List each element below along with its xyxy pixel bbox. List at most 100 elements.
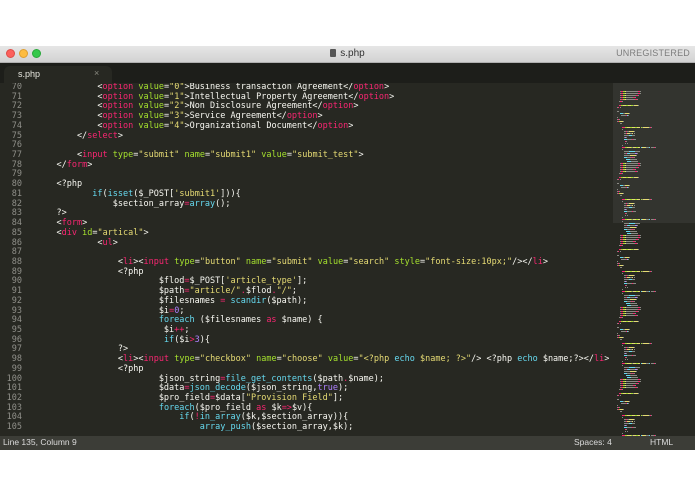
code-token: $k — [266, 402, 282, 413]
code-token: > — [604, 354, 610, 365]
code-token: "submit" — [271, 256, 313, 267]
code-token: >Non Disclosure Agreement</ — [184, 101, 323, 112]
minimap-line — [633, 203, 635, 204]
minimap-line — [617, 261, 619, 262]
minimap-line — [621, 365, 624, 366]
editor-area[interactable]: 70 71 72 73 74 75 76 77 78 79 80 81 82 83 84 85 86 87 88 89… — [0, 83, 695, 436]
minimap-line — [631, 423, 635, 424]
code-token: "article/" — [189, 286, 241, 297]
tab-label: s.php — [18, 69, 41, 79]
code-token: "font-size:10px;" — [425, 256, 513, 267]
tab-s-php[interactable]: s.php × — [4, 66, 112, 83]
code-token: as — [266, 315, 277, 326]
code-token: "/" — [276, 286, 292, 297]
code-token: array_push — [199, 422, 251, 433]
code-line[interactable]: array_push($section_array,$k); — [30, 422, 610, 433]
code-token: > — [348, 120, 354, 131]
syntax-selector[interactable]: HTML — [650, 437, 673, 447]
code-token: > — [143, 227, 149, 238]
code-token: "button" — [199, 256, 241, 267]
minimap-line — [626, 91, 638, 92]
minimap-line — [636, 225, 638, 226]
tab-close-icon[interactable]: × — [94, 68, 99, 78]
minimap-line — [621, 221, 624, 222]
minimap-line — [637, 367, 640, 368]
code-token: $json_string — [36, 373, 221, 384]
minimap-line — [628, 403, 630, 404]
minimap-line — [621, 433, 623, 434]
code-line[interactable] — [30, 170, 610, 180]
code-token: $path — [36, 286, 185, 297]
code-token: $filesnames — [36, 295, 221, 306]
code-token: < — [36, 120, 103, 131]
code-token: ($pro_field — [194, 402, 257, 413]
minimap-line — [632, 427, 636, 428]
minimap-line — [626, 241, 634, 242]
code-token: 'submit1' — [174, 188, 221, 199]
minimap-line — [621, 289, 623, 290]
code-token: $data — [36, 383, 185, 394]
code-line[interactable]: ?> — [30, 208, 610, 219]
minimap-line — [628, 401, 630, 402]
minimap-line — [621, 129, 624, 130]
minimap-line — [621, 293, 624, 294]
minimap-line — [621, 201, 624, 202]
code-line[interactable]: </form> — [30, 160, 610, 171]
minimap-line — [636, 371, 637, 372]
minimap-line — [633, 131, 635, 132]
code-line[interactable]: <input type="submit" name="submit1" valu… — [30, 150, 610, 161]
minimap-line — [628, 187, 630, 188]
code-line[interactable]: </select> — [30, 130, 610, 142]
code-token: $name); — [348, 373, 385, 384]
code-line[interactable]: <ul> — [30, 237, 610, 249]
minimap-line — [627, 431, 628, 432]
minimap-line — [626, 235, 638, 236]
code-token: if — [179, 412, 190, 423]
minimap-line — [631, 135, 635, 136]
minimap-line — [630, 233, 638, 234]
minimap-line — [617, 117, 619, 118]
code-token: (); — [215, 198, 231, 209]
code-token: in_array — [199, 412, 241, 423]
code-token: > — [384, 83, 390, 92]
code-token: select — [87, 130, 118, 141]
minimap-line — [626, 385, 634, 386]
minimap-line — [621, 217, 623, 218]
code-token: echo — [394, 354, 415, 365]
indentation-setting[interactable]: Spaces: 4 — [574, 437, 612, 447]
code-token: ($_POST[ — [133, 188, 175, 199]
code-token: ul — [102, 237, 113, 248]
minimap-line — [632, 355, 636, 356]
minimap-line — [626, 99, 636, 100]
code-token: > — [317, 111, 323, 122]
minimap-line — [626, 313, 634, 314]
code-token: "submit" — [138, 150, 180, 161]
code-token: "search" — [348, 256, 390, 267]
minimap-line — [633, 229, 635, 230]
code-token: $flod — [245, 286, 272, 297]
code-token: < — [36, 227, 62, 238]
code-view[interactable]: <option value="0">Business transaction A… — [30, 83, 610, 436]
minimap-line — [621, 361, 623, 362]
minimap-line — [626, 169, 634, 170]
code-token: "2" — [169, 101, 185, 112]
code-token: "submit_test" — [291, 150, 359, 161]
code-token: < — [36, 83, 103, 92]
code-token: ($path); — [266, 295, 308, 306]
minimap-line — [637, 151, 640, 152]
minimap-line — [617, 333, 619, 334]
code-token: >Organizational Document</ — [184, 120, 318, 131]
code-token: file_get_contents — [225, 373, 313, 384]
code-token: $i — [36, 305, 170, 316]
code-token: foreach — [158, 402, 195, 413]
code-line[interactable]: $section_array=array(); — [30, 198, 610, 210]
minimap-line — [627, 359, 628, 360]
minimap-line — [626, 163, 638, 164]
code-token: < — [36, 111, 103, 122]
code-token: name — [184, 150, 205, 161]
minimap[interactable] — [613, 83, 695, 436]
minimap-line — [633, 275, 635, 276]
